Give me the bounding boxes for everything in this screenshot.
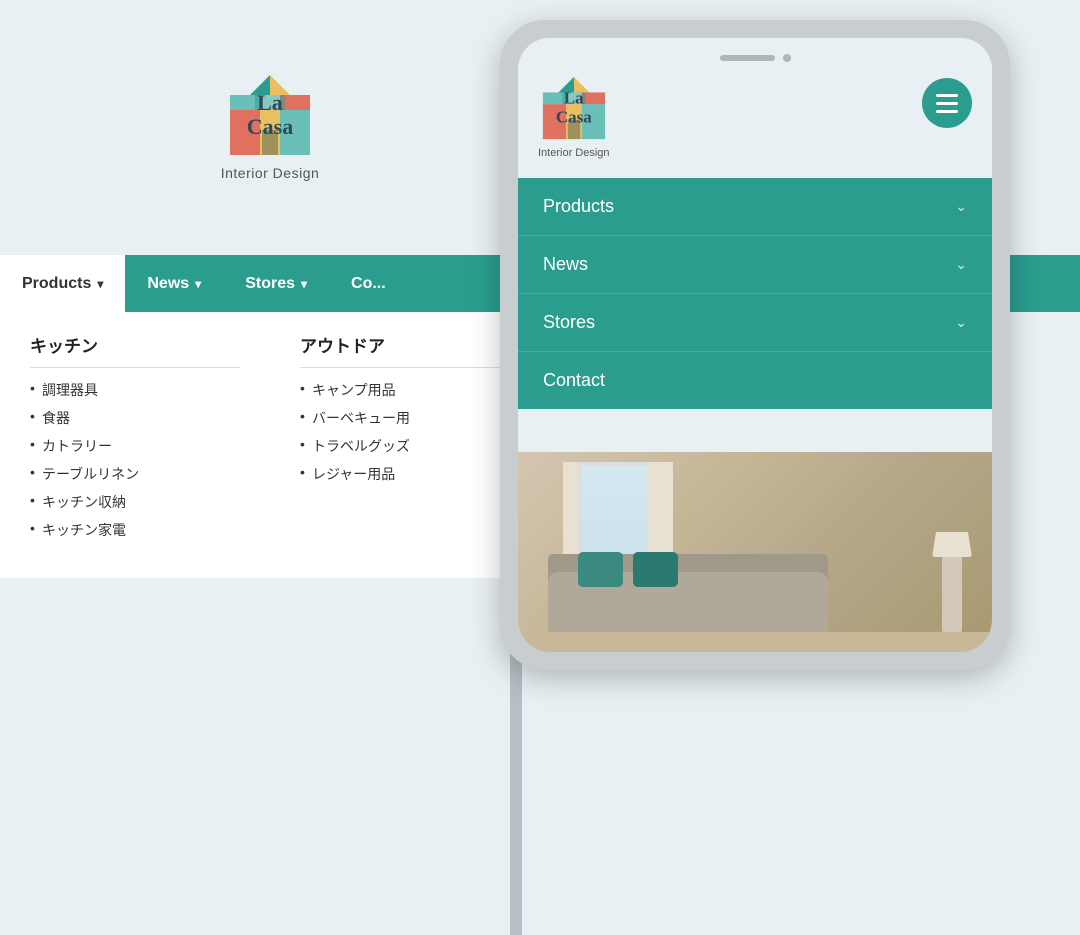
list-item[interactable]: キャンプ用品: [300, 380, 510, 400]
hamburger-line: [936, 94, 958, 97]
dropdown-column-kitchen: キッチン 調理器具 食器 カトラリー テーブルリネン キッチン収納 キッチン家電: [10, 332, 260, 548]
phone-inner: La Casa Interior Design Products ⌄: [518, 38, 992, 652]
phone-logo[interactable]: La Casa Interior Design: [538, 73, 610, 159]
list-item[interactable]: バーベキュー用: [300, 408, 510, 428]
room-pillow-2: [633, 552, 678, 587]
chevron-down-icon: ▾: [195, 277, 201, 291]
room-pillow-1: [578, 552, 623, 587]
nav-item-stores[interactable]: Stores ▾: [223, 255, 329, 312]
list-item[interactable]: キッチン収納: [30, 492, 240, 512]
chevron-down-icon: ⌄: [955, 198, 967, 215]
list-item[interactable]: トラベルグッズ: [300, 436, 510, 456]
mobile-menu-item-stores[interactable]: Stores ⌄: [518, 294, 992, 352]
phone-camera: [783, 54, 791, 62]
desktop-logo-text: La Casa: [247, 90, 293, 138]
desktop-header: La Casa Interior Design: [0, 0, 540, 255]
dropdown-column-heading: アウトドア: [300, 332, 510, 368]
phone-speaker: [720, 55, 775, 61]
phone-room-image: [518, 452, 992, 652]
list-item[interactable]: 食器: [30, 408, 240, 428]
room-placeholder: [518, 452, 992, 652]
nav-item-news[interactable]: News ▾: [125, 255, 223, 312]
list-item[interactable]: キッチン家電: [30, 520, 240, 540]
phone-logo-text: La Casa: [556, 89, 592, 126]
list-item[interactable]: テーブルリネン: [30, 464, 240, 484]
dropdown-column-outdoor: アウトドア キャンプ用品 バーベキュー用 トラベルグッズ レジャー用品: [280, 332, 530, 548]
mobile-menu-item-contact[interactable]: Contact: [518, 352, 992, 409]
hamburger-button[interactable]: [922, 78, 972, 128]
phone-logo-shape: La Casa: [539, 73, 609, 143]
dropdown-column-heading: キッチン: [30, 332, 240, 368]
dropdown-outdoor-list: キャンプ用品 バーベキュー用 トラベルグッズ レジャー用品: [300, 380, 510, 484]
chevron-down-icon: ⌄: [955, 314, 967, 331]
nav-item-products[interactable]: Products ▾: [0, 255, 125, 312]
desktop-logo-shape: La Casa: [225, 70, 315, 160]
room-lamp: [942, 552, 962, 632]
desktop-dropdown: キッチン 調理器具 食器 カトラリー テーブルリネン キッチン収納 キッチン家電…: [0, 312, 540, 578]
list-item[interactable]: カトラリー: [30, 436, 240, 456]
phone-top-bar: [695, 48, 815, 68]
phone-mockup: La Casa Interior Design Products ⌄: [500, 20, 1010, 670]
chevron-down-icon: ⌄: [955, 256, 967, 273]
nav-item-contact[interactable]: Co...: [329, 255, 408, 312]
desktop-logo-subtitle: Interior Design: [221, 165, 320, 181]
mobile-menu: Products ⌄ News ⌄ Stores ⌄ Contact: [518, 178, 992, 409]
desktop-logo[interactable]: La Casa Interior Design: [221, 70, 320, 181]
mobile-menu-item-products[interactable]: Products ⌄: [518, 178, 992, 236]
phone-content: La Casa Interior Design Products ⌄: [518, 38, 992, 652]
hamburger-line: [936, 102, 958, 105]
mobile-menu-item-news[interactable]: News ⌄: [518, 236, 992, 294]
room-floor: [518, 632, 992, 652]
list-item[interactable]: 調理器具: [30, 380, 240, 400]
phone-logo-subtitle: Interior Design: [538, 147, 610, 159]
desktop-nav: Products ▾ News ▾ Stores ▾ Co...: [0, 255, 540, 312]
hamburger-line: [936, 110, 958, 113]
room-lamp-shade: [932, 532, 972, 557]
chevron-down-icon: ▾: [301, 277, 307, 291]
chevron-down-icon: ▾: [97, 277, 103, 291]
list-item[interactable]: レジャー用品: [300, 464, 510, 484]
dropdown-kitchen-list: 調理器具 食器 カトラリー テーブルリネン キッチン収納 キッチン家電: [30, 380, 240, 540]
